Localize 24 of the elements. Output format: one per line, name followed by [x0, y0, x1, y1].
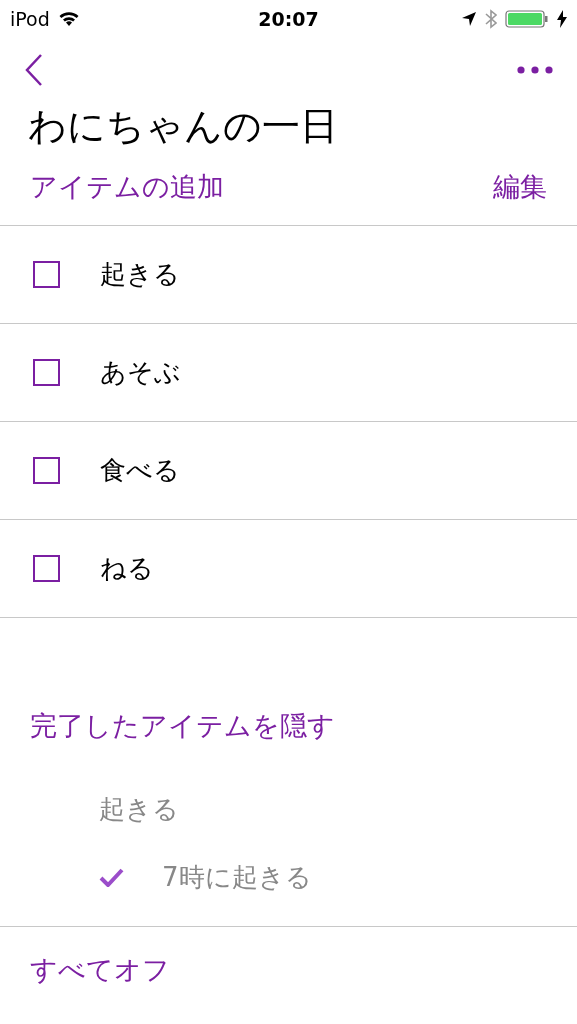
charging-icon	[557, 10, 567, 28]
checkbox[interactable]	[33, 457, 60, 484]
checkbox[interactable]	[33, 359, 60, 386]
completed-heading: 起きる	[99, 792, 179, 826]
back-icon[interactable]	[24, 53, 44, 87]
completed-item-label: 7時に起きる	[162, 860, 312, 894]
checkbox[interactable]	[33, 555, 60, 582]
add-item-button[interactable]: アイテムの追加	[30, 167, 224, 208]
hide-completed-button[interactable]: 完了したアイテムを隠す	[0, 688, 365, 764]
page-title: わにちゃんの一日	[27, 103, 339, 150]
location-icon	[461, 11, 477, 27]
carrier: iPod	[10, 6, 50, 32]
edit-button[interactable]: 編集	[493, 167, 547, 208]
item-label: 食べる	[100, 454, 180, 487]
battery-icon	[505, 9, 549, 29]
item-label: 起きる	[100, 258, 180, 291]
item-label: ねる	[100, 552, 154, 585]
clock: 20:07	[258, 6, 319, 32]
item-label: あそぶ	[100, 356, 181, 389]
wifi-icon	[57, 11, 80, 27]
all-off-button[interactable]: すべてオフ	[30, 950, 170, 991]
bluetooth-icon	[485, 9, 497, 29]
checkbox[interactable]	[33, 261, 60, 288]
more-icon[interactable]	[517, 66, 553, 74]
